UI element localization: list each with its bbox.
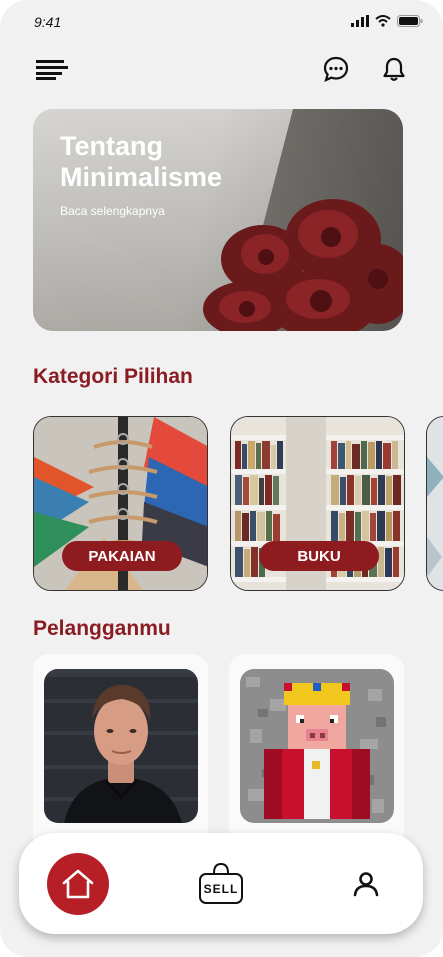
wifi-icon [375,15,391,27]
status-time: 9:41 [34,14,62,30]
nav-home-button[interactable] [47,853,109,915]
app-screen: 9:41 Tentang Minimalisme Baca selengkapn… [0,0,443,957]
avatar [240,669,394,823]
menu-icon[interactable] [34,57,68,81]
category-card-partial[interactable] [426,416,443,591]
chat-bubble-icon[interactable] [322,55,350,83]
hero-read-more-link[interactable]: Baca selengkapnya [60,204,165,218]
category-card-books[interactable]: BUKU [230,416,405,591]
subscribers-title: Pelangganmu [33,617,171,640]
signal-icon [351,15,369,27]
avatar [44,669,198,823]
category-label-clothes: PAKAIAN [62,541,182,571]
category-label-books: BUKU [259,541,379,571]
category-partial-image [427,417,443,590]
category-card-clothes[interactable]: PAKAIAN [33,416,208,591]
nav-sell-button[interactable]: SELL [197,861,245,907]
bottom-navigation: SELL [19,833,423,934]
nav-sell-label: SELL [203,882,239,896]
user-icon[interactable] [352,871,380,897]
subscriber-card[interactable] [33,654,208,854]
hero-banner[interactable]: Tentang Minimalisme Baca selengkapnya [33,109,403,331]
bell-icon[interactable] [380,55,408,83]
battery-icon [397,15,423,27]
hero-title: Tentang Minimalisme [60,131,223,192]
home-icon [62,869,94,899]
subscriber-card[interactable] [229,654,404,854]
categories-title: Kategori Pilihan [33,365,193,388]
status-icons [351,15,423,27]
